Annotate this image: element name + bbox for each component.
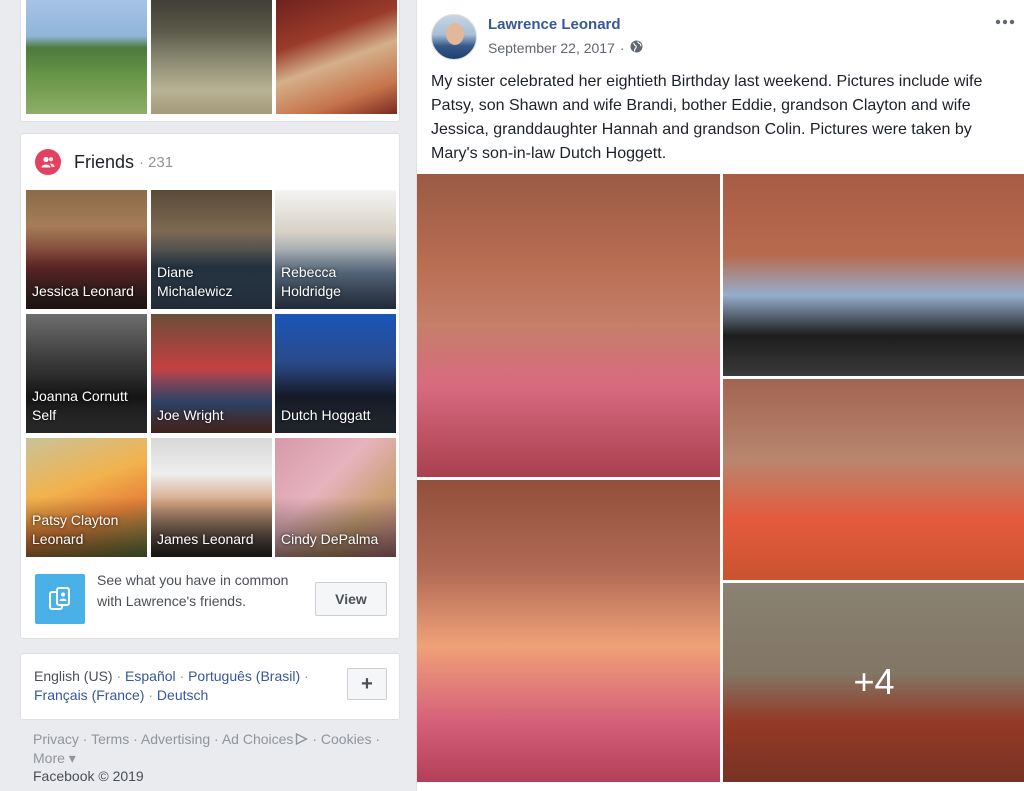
ad-choices-label: Ad Choices [221, 731, 294, 747]
friends-icon [35, 149, 61, 175]
post-photo[interactable] [417, 480, 720, 782]
footer-link-terms[interactable]: Terms [91, 731, 129, 747]
footer-link-advertising[interactable]: Advertising [141, 731, 210, 747]
language-link-french[interactable]: Français (France) [34, 687, 144, 703]
add-language-button[interactable]: + [347, 668, 387, 700]
view-button[interactable]: View [315, 582, 387, 616]
copyright: Facebook © 2019 [33, 768, 144, 784]
friend-name[interactable]: Joe Wright [157, 406, 268, 425]
friends-card: Friends · 231 Jessica Leonard Diane Mich… [20, 133, 400, 639]
meta-separator: · [619, 40, 625, 56]
post-card: Lawrence Leonard September 22, 2017 · My… [416, 0, 1024, 791]
more-options-icon[interactable] [993, 12, 1017, 32]
ad-choices-icon [296, 732, 309, 746]
avatar-face [446, 23, 464, 45]
footer-link-ad-choices[interactable]: Ad Choices [222, 731, 309, 747]
language-list: English (US) · Español · Português (Bras… [34, 668, 309, 703]
post-meta: September 22, 2017 · [488, 40, 643, 56]
language-link-spanish[interactable]: Español [125, 668, 176, 684]
friend-name[interactable]: Diane Michalewicz [157, 263, 268, 301]
post-text: My sister celebrated her eightieth Birth… [431, 73, 983, 162]
chevron-down-icon: ▾ [68, 750, 76, 766]
friend-tile[interactable]: Joanna Cornutt Self [26, 314, 147, 433]
friend-tile[interactable]: Jessica Leonard [26, 190, 147, 309]
friends-count: 231 [148, 153, 174, 171]
friend-tile[interactable]: Dutch Hoggatt [275, 314, 396, 433]
friend-name[interactable]: James Leonard [157, 530, 268, 549]
footer-link-more[interactable]: More ▾ [33, 750, 76, 766]
mutual-friends-icon [35, 574, 85, 624]
friend-name[interactable]: Rebecca Holdridge [281, 263, 392, 301]
post-photo[interactable] [417, 174, 720, 477]
friends-in-common: See what you have in common with Lawrenc… [35, 570, 387, 630]
author-avatar[interactable] [431, 14, 477, 60]
post-date[interactable]: September 22, 2017 [488, 40, 615, 56]
friend-tile[interactable]: James Leonard [151, 438, 272, 557]
friend-name[interactable]: Patsy Clayton Leonard [32, 511, 143, 549]
globe-icon[interactable] [630, 40, 643, 56]
more-photos-tile[interactable]: +4 [723, 583, 1024, 782]
photos-preview [20, 0, 400, 122]
friend-name[interactable]: Cindy DePalma [281, 530, 392, 549]
friend-tile[interactable]: Patsy Clayton Leonard [26, 438, 147, 557]
friend-tile[interactable]: Diane Michalewicz [151, 190, 272, 309]
friends-title[interactable]: Friends [74, 152, 134, 173]
post-author[interactable]: Lawrence Leonard [488, 16, 621, 33]
friends-separator: · [139, 153, 145, 171]
footer-links: Privacy · Terms · Advertising · Ad Choic… [33, 731, 381, 766]
friend-name[interactable]: Joanna Cornutt Self [32, 387, 143, 425]
photo-thumbnail[interactable] [276, 0, 397, 114]
friend-tile[interactable]: Joe Wright [151, 314, 272, 433]
friend-tile[interactable]: Cindy DePalma [275, 438, 396, 557]
current-language: English (US) [34, 668, 113, 684]
photo-thumbnail[interactable] [151, 0, 272, 114]
friends-in-common-text: See what you have in common with Lawrenc… [97, 572, 289, 609]
more-label: More [33, 750, 65, 766]
post-photo[interactable] [723, 174, 1024, 376]
footer-link-privacy[interactable]: Privacy [33, 731, 79, 747]
friend-name[interactable]: Jessica Leonard [32, 282, 143, 301]
language-card: English (US) · Español · Português (Bras… [20, 653, 400, 720]
more-photos-count: +4 [853, 661, 895, 702]
language-link-portuguese[interactable]: Português (Brasil) [188, 668, 300, 684]
friend-tile[interactable]: Rebecca Holdridge [275, 190, 396, 309]
post-photo[interactable] [723, 379, 1024, 580]
friends-header: Friends · 231 [35, 148, 173, 176]
photo-thumbnail[interactable] [26, 0, 147, 114]
language-link-german[interactable]: Deutsch [157, 687, 208, 703]
footer-link-cookies[interactable]: Cookies [321, 731, 372, 747]
friend-name[interactable]: Dutch Hoggatt [281, 406, 392, 425]
